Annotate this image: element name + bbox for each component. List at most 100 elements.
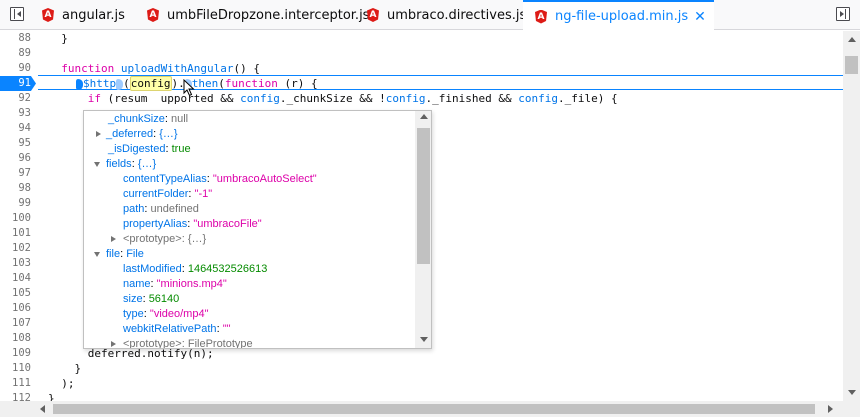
line-code: $http (config). then(function (r) { — [76, 76, 318, 91]
expand-arrow-icon[interactable] — [96, 131, 101, 137]
line-number[interactable]: 92 — [0, 91, 31, 106]
close-icon[interactable]: ✕ — [694, 9, 706, 25]
breakpoint-marker[interactable]: 91 — [0, 76, 36, 91]
tree-row[interactable]: _chunkSize: null — [108, 112, 188, 127]
variable-preview-popup[interactable]: _chunkSize: null _deferred: {…} _isDiges… — [83, 110, 432, 349]
line-number[interactable]: 105 — [0, 286, 31, 301]
code-line: 88 } — [0, 31, 843, 46]
angular-icon: A — [535, 9, 547, 24]
code-line: 89 — [0, 46, 843, 61]
tree-row[interactable]: _deferred: {…} — [96, 127, 178, 142]
tab-ng-file-upload[interactable]: A ng-file-upload.min.js ✕ — [523, 0, 714, 31]
property-value: "umbracoAutoSelect" — [212, 173, 317, 185]
property-value: "umbracoFile" — [193, 218, 262, 230]
line-number[interactable]: 98 — [0, 181, 31, 196]
line-number[interactable]: 90 — [0, 61, 31, 76]
expand-arrow-icon[interactable] — [111, 236, 116, 242]
property-value: "" — [222, 323, 231, 335]
property-key: file — [106, 248, 121, 260]
line-number[interactable]: 108 — [0, 331, 31, 346]
tree-row[interactable]: lastModified: 1464532526613 — [123, 262, 267, 277]
collapse-arrow-icon[interactable] — [94, 162, 100, 167]
property-value: "-1" — [194, 188, 213, 200]
editor-vertical-scrollbar[interactable] — [843, 31, 860, 401]
property-value: "video/mp4" — [149, 308, 209, 320]
column-breakpoint-icon[interactable] — [116, 78, 124, 90]
line-code: } — [48, 362, 82, 375]
scroll-up-icon[interactable] — [848, 37, 856, 42]
line-number[interactable]: 89 — [0, 46, 31, 61]
line-number[interactable]: 95 — [0, 136, 31, 151]
line-number[interactable]: 94 — [0, 121, 31, 136]
tree-row[interactable]: <prototype>: {…} — [111, 232, 206, 247]
tab-angular-js[interactable]: A angular.js — [42, 0, 125, 30]
property-value: null — [171, 113, 189, 125]
scroll-right-icon[interactable] — [828, 405, 833, 413]
tree-row[interactable]: webkitRelativePath: "" — [123, 322, 231, 337]
scroll-down-icon[interactable] — [848, 390, 856, 395]
line-number[interactable]: 102 — [0, 241, 31, 256]
line-number[interactable]: 88 — [0, 31, 31, 46]
tree-row[interactable]: name: "minions.mp4" — [123, 277, 227, 292]
property-key: name — [123, 278, 151, 290]
line-number[interactable]: 107 — [0, 316, 31, 331]
line-number[interactable]: 96 — [0, 151, 31, 166]
property-value: 1464532526613 — [187, 263, 268, 275]
property-value: "minions.mp4" — [156, 278, 227, 290]
tree-row[interactable]: <prototype>: FilePrototype — [111, 337, 253, 349]
line-number[interactable]: 97 — [0, 166, 31, 181]
toggle-sources-panel-button[interactable] — [10, 7, 24, 21]
line-code: function uploadWithAngular() { — [48, 62, 260, 75]
editor-horizontal-scrollbar[interactable] — [0, 401, 860, 417]
popup-scrollbar[interactable] — [415, 111, 431, 348]
property-value: FilePrototype — [187, 338, 253, 349]
property-key: path — [123, 203, 145, 215]
line-number[interactable]: 93 — [0, 106, 31, 121]
tree-row[interactable]: size: 56140 — [123, 292, 179, 307]
column-breakpoint-icon[interactable] — [76, 78, 83, 90]
line-code: if (resum upported && config._chunkSize … — [87, 92, 618, 105]
scroll-left-icon[interactable] — [40, 405, 45, 413]
property-key: _deferred — [106, 128, 154, 140]
line-number[interactable]: 106 — [0, 301, 31, 316]
line-number[interactable]: 100 — [0, 211, 31, 226]
scroll-up-icon[interactable] — [420, 114, 428, 119]
tree-row[interactable]: file: File — [94, 247, 144, 262]
line-number[interactable]: 109 — [0, 346, 31, 361]
property-value: {…} — [187, 233, 207, 245]
property-value: true — [171, 143, 191, 155]
tree-row[interactable]: type: "video/mp4" — [123, 307, 208, 322]
code-line-current: 91 $http (config). then(function (r) { — [0, 76, 843, 91]
line-number[interactable]: 99 — [0, 196, 31, 211]
property-key: _isDigested — [108, 143, 166, 155]
toggle-scopes-panel-button[interactable] — [836, 7, 850, 21]
scrollbar-thumb[interactable] — [845, 56, 858, 74]
angular-icon: A — [42, 8, 54, 22]
tree-row[interactable]: _isDigested: true — [108, 142, 191, 157]
line-number[interactable]: 101 — [0, 226, 31, 241]
property-key: <prototype> — [123, 233, 182, 245]
line-number[interactable]: 104 — [0, 271, 31, 286]
tree-row[interactable]: path: undefined — [123, 202, 199, 217]
tab-umbfiledropzone-interceptor[interactable]: A umbFileDropzone.interceptor.js — [147, 0, 369, 30]
collapse-arrow-icon[interactable] — [94, 252, 100, 257]
line-number[interactable]: 103 — [0, 256, 31, 271]
tree-row[interactable]: propertyAlias: "umbracoFile" — [123, 217, 262, 232]
scroll-down-icon[interactable] — [420, 337, 428, 342]
tree-row[interactable]: contentTypeAlias: "umbracoAutoSelect" — [123, 172, 317, 187]
line-number[interactable]: 111 — [0, 376, 31, 391]
scrollbar-thumb[interactable] — [417, 128, 430, 264]
code-line: 112 } — [0, 391, 843, 401]
property-value: undefined — [150, 203, 199, 215]
tree-row[interactable]: currentFolder: "-1" — [123, 187, 212, 202]
tab-umbraco-directives[interactable]: A umbraco.directives.js — [367, 0, 526, 30]
tab-label: angular.js — [62, 7, 125, 23]
line-number[interactable]: 110 — [0, 361, 31, 376]
property-key: _chunkSize — [108, 113, 165, 125]
property-key: fields — [106, 158, 132, 170]
scrollbar-thumb[interactable] — [53, 404, 815, 414]
line-number[interactable]: 112 — [0, 391, 31, 401]
tree-row[interactable]: fields: {…} — [94, 157, 156, 172]
property-key: currentFolder — [123, 188, 189, 200]
expand-arrow-icon[interactable] — [111, 341, 116, 347]
